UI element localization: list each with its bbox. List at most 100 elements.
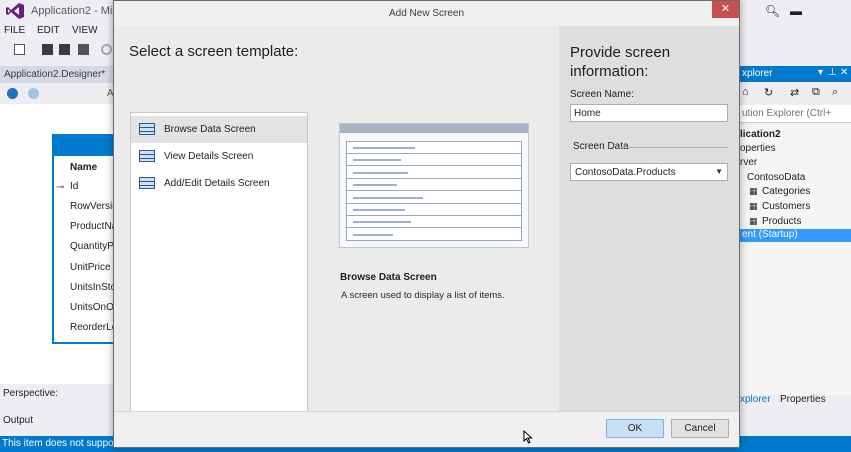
browse-screen-icon	[139, 123, 155, 135]
dialog-close-button[interactable]: ✕	[712, 1, 739, 18]
preview-row-text	[353, 147, 415, 149]
dropdown-icon[interactable]: ▾	[818, 67, 823, 78]
edit-screen-icon	[139, 177, 155, 189]
template-label: View Details Screen	[164, 151, 254, 162]
screen-data-select[interactable]: ContosoData.Products ▼	[570, 163, 728, 181]
preview-row-text	[353, 209, 405, 211]
solution-explorer-title: xplorer	[742, 68, 773, 79]
mouse-cursor-icon	[523, 430, 533, 444]
home-icon[interactable]: ⌂	[742, 86, 749, 98]
preview-row-text	[353, 221, 411, 224]
preview-row	[347, 167, 521, 179]
chevron-down-icon: ▼	[715, 167, 723, 176]
tab-properties[interactable]: Properties	[780, 394, 826, 405]
entity-field[interactable]: UnitsInSto	[70, 282, 116, 293]
entity-field[interactable]: ProductNa	[70, 221, 117, 232]
entity-field[interactable]: UnitsOnO	[70, 302, 114, 313]
entity-field[interactable]: RowVersic	[70, 201, 117, 212]
tree-item[interactable]: operties	[740, 143, 776, 154]
copy-icon[interactable]	[78, 44, 89, 55]
output-tab[interactable]: Output	[3, 415, 33, 426]
minimize-icon[interactable]: ▬	[790, 4, 802, 18]
tree-item[interactable]: lication2	[740, 129, 781, 140]
add-new-screen-dialog: Add New Screen ✕ Select a screen templat…	[113, 0, 740, 448]
menu-view[interactable]: VIEW	[72, 25, 98, 36]
tree-item[interactable]: Categories	[762, 186, 810, 197]
screen-name-input[interactable]: Home	[570, 104, 728, 122]
save-icon[interactable]	[42, 44, 53, 55]
table-icon: ▦	[749, 216, 758, 226]
dialog-title: Add New Screen	[388, 8, 465, 19]
preview-row	[347, 204, 521, 216]
preview-row	[347, 142, 521, 154]
screen-info-heading: Provide screen information:	[570, 44, 671, 80]
new-project-icon[interactable]	[14, 44, 25, 55]
designer-document-tab[interactable]: Application2.Designer*	[0, 66, 118, 83]
preview-row	[347, 192, 521, 204]
menu-edit[interactable]: EDIT	[37, 25, 60, 36]
forward-icon[interactable]	[28, 88, 39, 99]
undo-icon[interactable]	[101, 44, 112, 55]
details-screen-icon	[139, 150, 155, 162]
template-preview	[339, 98, 529, 248]
tab-solution-explorer[interactable]: xplorer	[740, 394, 771, 405]
search-icon[interactable]: 🔍︎	[765, 4, 780, 18]
preview-row	[347, 179, 521, 192]
dialog-footer: OK Cancel	[114, 411, 739, 447]
tree-item[interactable]: rver	[740, 157, 757, 168]
template-list: Browse Data Screen View Details Screen A…	[130, 112, 308, 425]
preview-row-text	[353, 196, 423, 199]
visual-studio-logo-icon	[6, 3, 24, 19]
ide-window-title: Application2 - Micr	[31, 5, 122, 17]
tree-item[interactable]: ContosoData	[747, 172, 805, 183]
menu-file[interactable]: FILE	[4, 25, 25, 36]
back-icon[interactable]	[7, 88, 18, 99]
preview-row	[347, 216, 521, 229]
preview-row	[347, 154, 521, 167]
preview-frame	[339, 123, 529, 248]
entity-column-header: Name	[70, 162, 98, 173]
entity-field[interactable]: UnitPrice	[70, 262, 111, 273]
entity-field[interactable]: QuantityP	[70, 241, 114, 252]
template-browse-data[interactable]: Browse Data Screen	[131, 116, 307, 143]
close-icon[interactable]: ✕	[840, 67, 848, 78]
ok-button[interactable]: OK	[606, 419, 664, 438]
ide-menubar: FILE EDIT VIEW	[0, 22, 118, 40]
template-description-text: A screen used to display a list of items…	[341, 290, 505, 301]
screen-data-value: ContosoData.Products	[575, 167, 676, 178]
template-view-details[interactable]: View Details Screen	[131, 143, 307, 170]
refresh-icon[interactable]: ↻	[764, 86, 773, 99]
ide-toolbar	[0, 40, 118, 60]
preview-row-text	[353, 171, 408, 174]
table-icon: ▦	[749, 186, 758, 196]
screen-name-label: Screen Name:	[570, 89, 634, 100]
preview-row-text	[353, 184, 397, 187]
save-all-icon[interactable]	[59, 44, 70, 55]
pin-icon[interactable]: ⊥	[828, 67, 837, 78]
dialog-titlebar: Add New Screen ✕	[114, 1, 739, 26]
solution-explorer-toolbar: ⌂ ↻ ⇄ ⧉ ⌕	[740, 84, 851, 102]
preview-row-text	[353, 233, 393, 236]
tree-item-selected[interactable]: ent (Startup)	[740, 229, 851, 242]
preview-row	[347, 229, 521, 241]
entity-field[interactable]: ReorderLe	[70, 322, 117, 333]
tree-item[interactable]: Customers	[762, 201, 810, 212]
preview-grid	[346, 141, 522, 241]
entity-field[interactable]: Id	[70, 181, 78, 192]
section-divider	[621, 147, 728, 148]
template-label: Browse Data Screen	[164, 124, 256, 135]
template-add-edit-details[interactable]: Add/Edit Details Screen	[131, 170, 307, 197]
properties-icon[interactable]: ⌕	[832, 86, 838, 99]
template-label: Add/Edit Details Screen	[164, 178, 270, 189]
sync-icon[interactable]: ⇄	[790, 86, 799, 99]
preview-row-text	[353, 159, 401, 162]
solution-explorer-search[interactable]: ution Explorer (Ctrl+	[740, 105, 851, 123]
solution-explorer-tabs: xplorer Properties	[740, 394, 851, 410]
table-icon: ▦	[749, 201, 758, 211]
copy-icon[interactable]: ⧉	[812, 86, 820, 99]
cancel-button[interactable]: Cancel	[671, 419, 729, 438]
perspective-label: Perspective:	[3, 388, 59, 399]
template-description-title: Browse Data Screen	[340, 272, 437, 283]
tree-item[interactable]: Products	[762, 216, 801, 227]
entity-header-bar	[54, 136, 118, 156]
